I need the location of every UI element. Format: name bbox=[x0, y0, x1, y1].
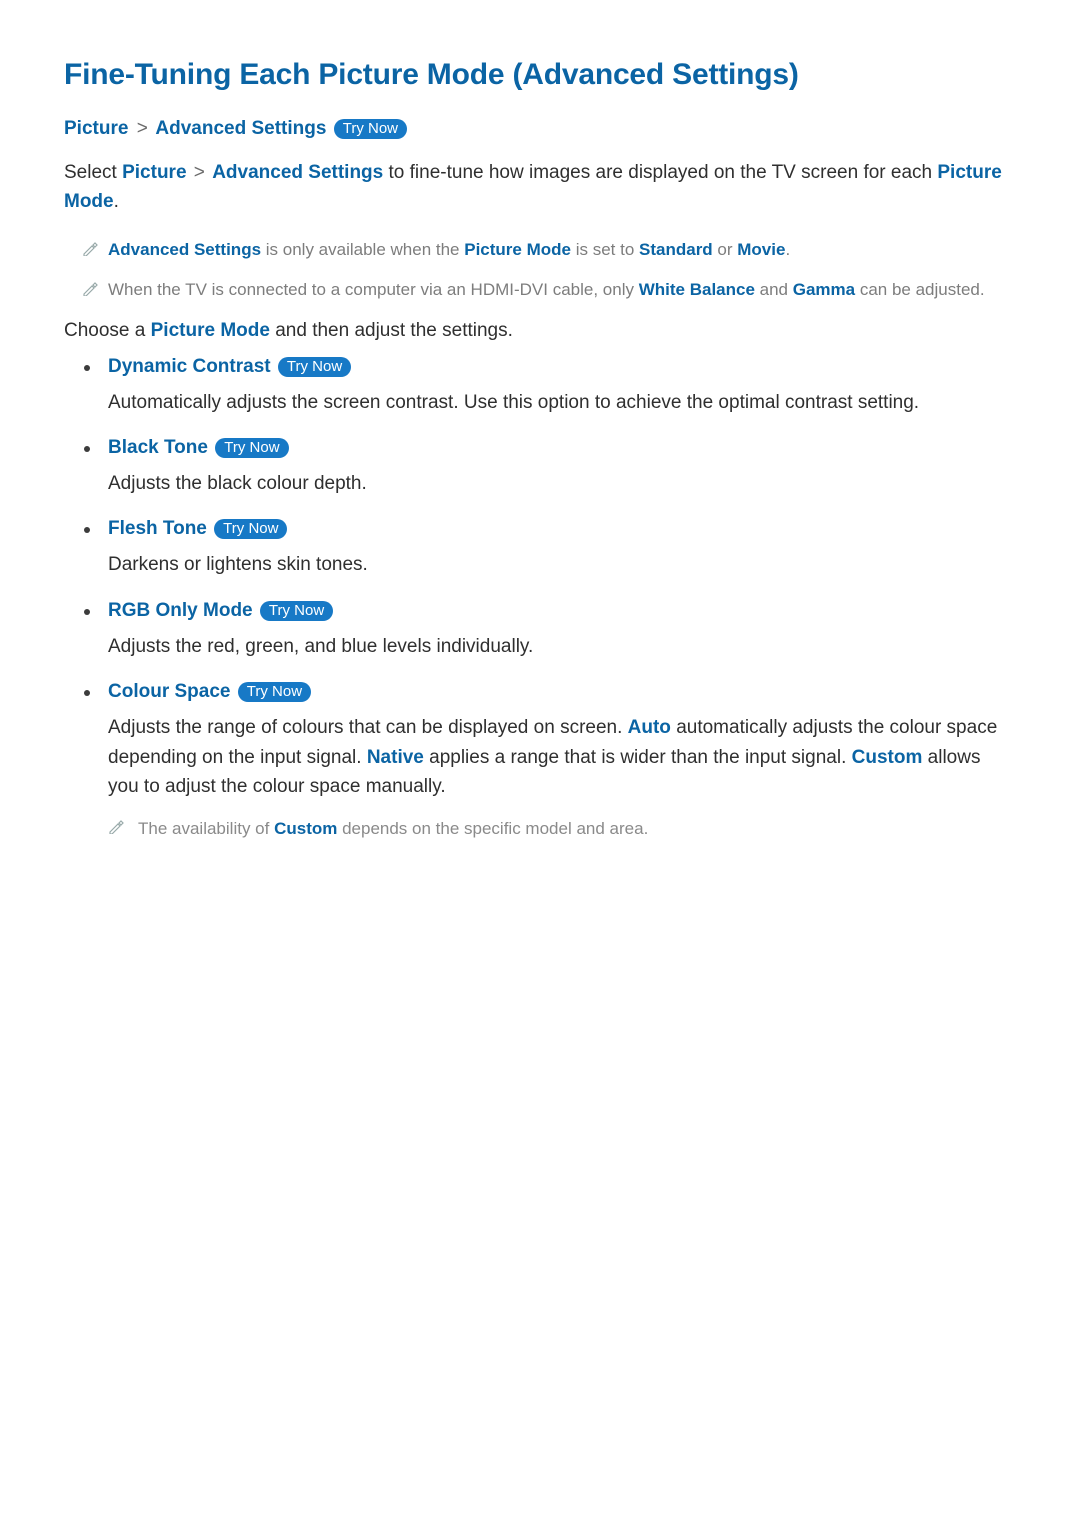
notes-list: Advanced Settings is only available when… bbox=[64, 237, 1016, 304]
breadcrumb-part-picture: Picture bbox=[64, 118, 128, 139]
setting-name: RGB Only Mode bbox=[108, 600, 253, 621]
keyword-standard: Standard bbox=[639, 240, 713, 259]
note-text: and bbox=[755, 280, 793, 299]
setting-title: Black Tone Try Now bbox=[108, 437, 1016, 459]
desc-text: Adjusts the range of colours that can be… bbox=[108, 717, 628, 738]
breadcrumb-separator: > bbox=[192, 162, 207, 183]
desc-text: applies a range that is wider than the i… bbox=[424, 747, 852, 768]
sub-note: The availability of Custom depends on th… bbox=[108, 816, 1016, 842]
note-text: When the TV is connected to a computer v… bbox=[108, 280, 639, 299]
setting-name: Black Tone bbox=[108, 437, 208, 458]
setting-title: RGB Only Mode Try Now bbox=[108, 600, 1016, 622]
setting-name: Dynamic Contrast bbox=[108, 356, 271, 377]
intro-text: to fine-tune how images are displayed on… bbox=[383, 162, 937, 183]
try-now-button[interactable]: Try Now bbox=[214, 519, 287, 539]
setting-title: Flesh Tone Try Now bbox=[108, 518, 1016, 540]
setting-item-flesh-tone: Flesh Tone Try Now Darkens or lightens s… bbox=[82, 518, 1016, 579]
try-now-button[interactable]: Try Now bbox=[215, 438, 288, 458]
lead-paragraph: Choose a Picture Mode and then adjust th… bbox=[64, 320, 1016, 342]
setting-description: Adjusts the black colour depth. bbox=[108, 469, 1016, 498]
subnote-text: The availability of bbox=[138, 819, 274, 838]
intro-text: Select bbox=[64, 162, 122, 183]
breadcrumb-part-advanced-settings: Advanced Settings bbox=[155, 118, 326, 139]
try-now-button[interactable]: Try Now bbox=[334, 119, 407, 139]
setting-description: Adjusts the red, green, and blue levels … bbox=[108, 632, 1016, 661]
keyword-white-balance: White Balance bbox=[639, 280, 755, 299]
note-icon bbox=[82, 240, 98, 256]
lead-text: and then adjust the settings. bbox=[270, 320, 513, 341]
try-now-button[interactable]: Try Now bbox=[238, 682, 311, 702]
note-text: . bbox=[785, 240, 790, 259]
note-text: can be adjusted. bbox=[855, 280, 984, 299]
note-item: Advanced Settings is only available when… bbox=[82, 237, 1016, 263]
breadcrumb: Picture > Advanced Settings Try Now bbox=[64, 118, 1016, 140]
manual-page: Fine-Tuning Each Picture Mode (Advanced … bbox=[0, 0, 1080, 842]
keyword-advanced-settings: Advanced Settings bbox=[108, 240, 261, 259]
note-icon bbox=[108, 818, 124, 834]
setting-description: Darkens or lightens skin tones. bbox=[108, 550, 1016, 579]
setting-item-colour-space: Colour Space Try Now Adjusts the range o… bbox=[82, 681, 1016, 842]
settings-list: Dynamic Contrast Try Now Automatically a… bbox=[64, 356, 1016, 842]
keyword-gamma: Gamma bbox=[793, 280, 855, 299]
page-title: Fine-Tuning Each Picture Mode (Advanced … bbox=[64, 58, 1016, 92]
try-now-button[interactable]: Try Now bbox=[278, 357, 351, 377]
intro-paragraph: Select Picture > Advanced Settings to fi… bbox=[64, 158, 1016, 217]
note-text: is set to bbox=[571, 240, 639, 259]
setting-description: Adjusts the range of colours that can be… bbox=[108, 713, 1016, 801]
keyword-native: Native bbox=[367, 747, 424, 768]
keyword-auto: Auto bbox=[628, 717, 671, 738]
intro-text: . bbox=[114, 191, 119, 212]
setting-name: Flesh Tone bbox=[108, 518, 207, 539]
keyword-advanced-settings: Advanced Settings bbox=[212, 162, 383, 183]
lead-text: Choose a bbox=[64, 320, 151, 341]
try-now-button[interactable]: Try Now bbox=[260, 601, 333, 621]
keyword-picture-mode: Picture Mode bbox=[151, 320, 270, 341]
setting-title: Dynamic Contrast Try Now bbox=[108, 356, 1016, 378]
setting-item-dynamic-contrast: Dynamic Contrast Try Now Automatically a… bbox=[82, 356, 1016, 417]
note-icon bbox=[82, 280, 98, 296]
keyword-custom: Custom bbox=[274, 819, 337, 838]
note-item: When the TV is connected to a computer v… bbox=[82, 277, 1016, 303]
breadcrumb-separator: > bbox=[134, 118, 151, 139]
setting-title: Colour Space Try Now bbox=[108, 681, 1016, 703]
keyword-picture-mode: Picture Mode bbox=[464, 240, 571, 259]
keyword-picture: Picture bbox=[122, 162, 186, 183]
note-text: is only available when the bbox=[261, 240, 464, 259]
setting-item-black-tone: Black Tone Try Now Adjusts the black col… bbox=[82, 437, 1016, 498]
setting-item-rgb-only-mode: RGB Only Mode Try Now Adjusts the red, g… bbox=[82, 600, 1016, 661]
setting-name: Colour Space bbox=[108, 681, 230, 702]
keyword-custom: Custom bbox=[852, 747, 923, 768]
setting-description: Automatically adjusts the screen contras… bbox=[108, 388, 1016, 417]
keyword-movie: Movie bbox=[737, 240, 785, 259]
subnote-text: depends on the specific model and area. bbox=[337, 819, 648, 838]
note-text: or bbox=[713, 240, 738, 259]
